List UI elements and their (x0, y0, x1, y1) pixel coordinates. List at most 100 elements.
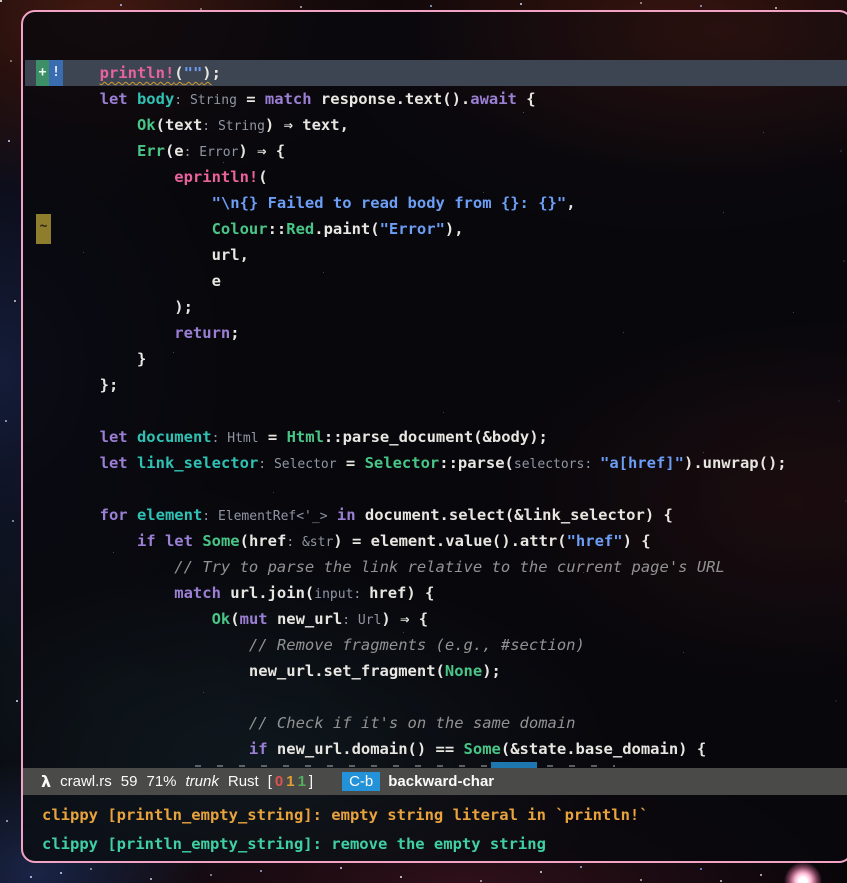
code-token: "a[href]" (599, 454, 684, 472)
code-line[interactable] (25, 398, 847, 424)
code-token: for (99, 506, 128, 524)
code-token: "" (183, 64, 203, 82)
code-token: return (174, 324, 231, 342)
code-token: link_selector (136, 454, 259, 472)
code-token: : Html (211, 431, 259, 446)
code-token: // Try to parse the link relative to the… (174, 558, 725, 576)
code-token: Colour (211, 220, 268, 238)
code-line[interactable]: let document: Html = Html::parse_documen… (25, 424, 847, 450)
diag-bracket-open: [ (267, 773, 272, 790)
statusbar-git-branch[interactable]: trunk (186, 773, 219, 790)
code-line[interactable]: let link_selector: Selector = Selector::… (25, 450, 847, 476)
code-token: ).unwrap(); (683, 454, 787, 472)
clipped-glyphs (195, 765, 615, 767)
statusbar-line-number: 59 (120, 773, 138, 790)
code-line[interactable]: ); (25, 294, 847, 320)
code-token: Some (202, 532, 240, 550)
code-token: "href" (566, 532, 623, 550)
code-line[interactable]: Err(e: Error) ⇒ { (25, 138, 847, 164)
code-token: println! (99, 64, 175, 82)
window-starfield (23, 12, 24, 13)
code-line[interactable]: "\n{} Failed to read body from {}: {}", (25, 190, 847, 216)
code-token: let (99, 90, 128, 108)
code-token: (href (239, 532, 287, 550)
code-line[interactable]: Ok(text: String) ⇒ text, (25, 112, 847, 138)
diag-info-count: 1 (297, 773, 306, 790)
code-token: (e (164, 142, 184, 160)
code-line[interactable]: if new_url.domain() == Some(&state.base_… (25, 736, 847, 762)
code-token: ; (211, 64, 221, 82)
code-token: }; (99, 376, 119, 394)
code-line[interactable]: new_url.set_fragment(None); (25, 658, 847, 684)
code-token: element (136, 506, 203, 524)
code-token: ::parse_document(&body); (323, 428, 548, 446)
code-line[interactable]: Colour::Red.paint("Error"), (25, 216, 847, 242)
clippy-warning-message: clippy [println_empty_string]: empty str… (42, 806, 649, 824)
code-line[interactable]: return; (25, 320, 847, 346)
code-line[interactable]: if let Some(href: &str) = element.value(… (25, 528, 847, 554)
code-token: eprintln! (174, 168, 259, 186)
code-token: in (336, 506, 356, 524)
code-token: : Url (342, 613, 382, 628)
code-token: ( (230, 610, 240, 628)
code-token: Html (286, 428, 324, 446)
code-token: Ok (211, 610, 231, 628)
code-token: Err (136, 142, 165, 160)
code-line[interactable] (25, 476, 847, 502)
statusbar-diagnostics[interactable]: [ 0 1 1 ] (268, 773, 316, 790)
code-line[interactable]: eprintln!( (25, 164, 847, 190)
code-token: ( (258, 168, 268, 186)
code-token: if (136, 532, 156, 550)
code-line[interactable]: let body: String = match response.text()… (25, 86, 847, 112)
code-line[interactable]: println!(""); (25, 60, 847, 86)
code-token: let (99, 428, 128, 446)
lambda-icon: λ (41, 772, 52, 791)
editor-window: println!(""); let body: String = match re… (21, 10, 847, 863)
code-token: body (136, 90, 175, 108)
code-token: match (174, 584, 221, 602)
code-token: "Error" (379, 220, 445, 238)
code-line[interactable]: match url.join(input: href) { (25, 580, 847, 606)
code-token: None (444, 662, 483, 680)
code-token: href) { (369, 584, 435, 602)
added-fringe-marker-icon: + (36, 60, 49, 86)
code-token: if (248, 740, 268, 758)
code-token: : &str (286, 535, 334, 550)
keycast-command: backward-char (388, 773, 495, 790)
code-token: new_url (267, 610, 343, 628)
code-token: Some (463, 740, 501, 758)
code-token: .paint( (314, 220, 380, 238)
code-token: } (136, 350, 147, 368)
code-line[interactable]: } (25, 346, 847, 372)
code-token: new_url.set_fragment( (248, 662, 445, 680)
code-token: ) = element.value().attr( (333, 532, 567, 550)
code-token: : Error (183, 145, 239, 160)
code-line[interactable]: e (25, 268, 847, 294)
code-token: , (566, 194, 576, 212)
code-token: (&state.base_domain) { (500, 740, 707, 758)
code-line[interactable]: // Check if it's on the same domain (25, 710, 847, 736)
code-line[interactable]: // Remove fragments (e.g., #section) (25, 632, 847, 658)
code-line[interactable]: Ok(mut new_url: Url) ⇒ { (25, 606, 847, 632)
code-line[interactable] (25, 684, 847, 710)
starfield (0, 0, 2, 2)
statusbar-major-mode[interactable]: Rust (228, 773, 259, 790)
diag-warning-count: 1 (286, 773, 295, 790)
code-token: = (336, 454, 365, 472)
code-area[interactable]: println!(""); let body: String = match re… (25, 60, 847, 762)
code-token: : String (202, 119, 265, 134)
code-line[interactable]: // Try to parse the link relative to the… (25, 554, 847, 580)
diag-bracket-close: ] (308, 773, 314, 790)
code-token: // Check if it's on the same domain (248, 714, 576, 732)
code-line[interactable]: }; (25, 372, 847, 398)
code-line[interactable]: for element: ElementRef<'_> in document.… (25, 502, 847, 528)
code-token: ) ⇒ text, (264, 116, 349, 134)
code-token: : Selector (258, 457, 337, 472)
statusbar-filename[interactable]: crawl.rs (60, 773, 112, 790)
code-token: Ok (136, 116, 156, 134)
code-line[interactable]: url, (25, 242, 847, 268)
code-token: ; (230, 324, 240, 342)
